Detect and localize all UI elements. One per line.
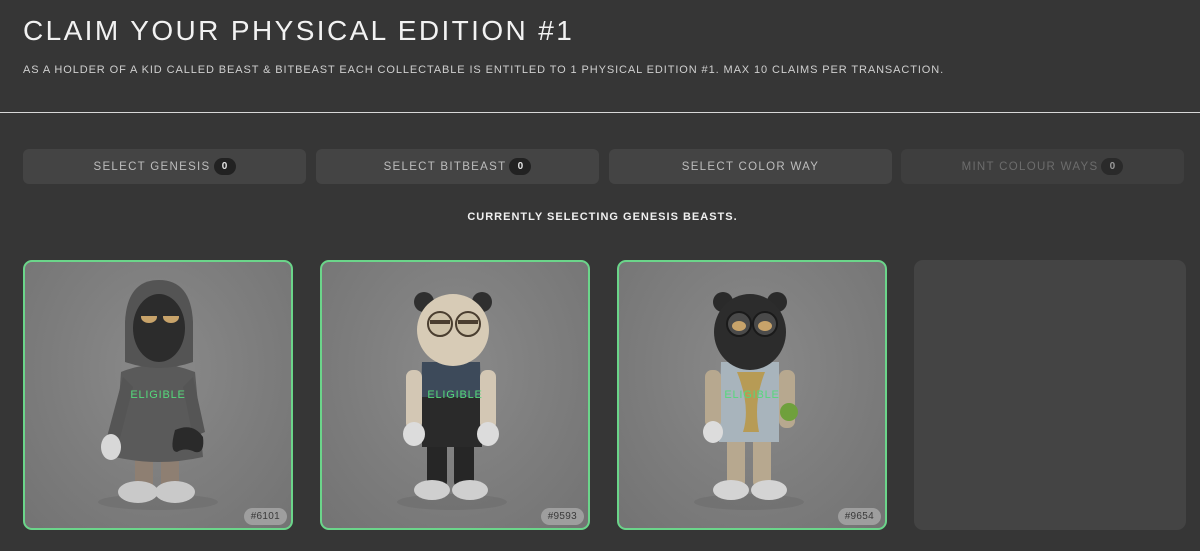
claim-page: CLAIM YOUR PHYSICAL EDITION #1 AS A HOLD…	[0, 0, 1200, 551]
page-title: CLAIM YOUR PHYSICAL EDITION #1	[23, 15, 575, 46]
count-badge: 0	[213, 158, 236, 175]
tab-select-bitbeast[interactable]: SELECT BITBEAST 0	[316, 149, 599, 184]
tab-label: MINT COLOUR WAYS	[961, 160, 1099, 173]
token-id-badge: #9654	[837, 508, 881, 525]
tab-label: SELECT BITBEAST	[383, 160, 507, 173]
token-id-badge: #9593	[540, 508, 584, 525]
tab-label: SELECT COLOR WAY	[681, 160, 820, 173]
tab-mint-colour-ways[interactable]: MINT COLOUR WAYS 0	[901, 149, 1184, 184]
nft-card[interactable]: ELIGIBLE #9593	[320, 260, 590, 530]
eligible-label: ELIGIBLE	[130, 389, 186, 401]
selection-status: CURRENTLY SELECTING GENESIS BEASTS.	[467, 211, 738, 223]
token-id-badge: #6101	[243, 508, 287, 525]
page-header: CLAIM YOUR PHYSICAL EDITION #1 AS A HOLD…	[0, 0, 1200, 113]
nft-card[interactable]: ELIGIBLE #9654	[617, 260, 887, 530]
tab-select-genesis[interactable]: SELECT GENESIS 0	[23, 149, 306, 184]
eligible-label: ELIGIBLE	[724, 389, 780, 401]
tab-select-color-way[interactable]: SELECT COLOR WAY	[609, 149, 892, 184]
count-badge: 0	[1101, 158, 1124, 175]
page-subtitle: AS A HOLDER OF A KID CALLED BEAST & BITB…	[23, 64, 945, 76]
eligible-label: ELIGIBLE	[427, 389, 483, 401]
selection-tabs: SELECT GENESIS 0 SELECT BITBEAST 0 SELEC…	[23, 149, 1184, 184]
nft-card[interactable]: ELIGIBLE #6101	[23, 260, 293, 530]
count-badge: 0	[509, 158, 532, 175]
empty-card-placeholder	[914, 260, 1186, 530]
tab-label: SELECT GENESIS	[93, 160, 211, 173]
header-divider	[0, 112, 1200, 113]
